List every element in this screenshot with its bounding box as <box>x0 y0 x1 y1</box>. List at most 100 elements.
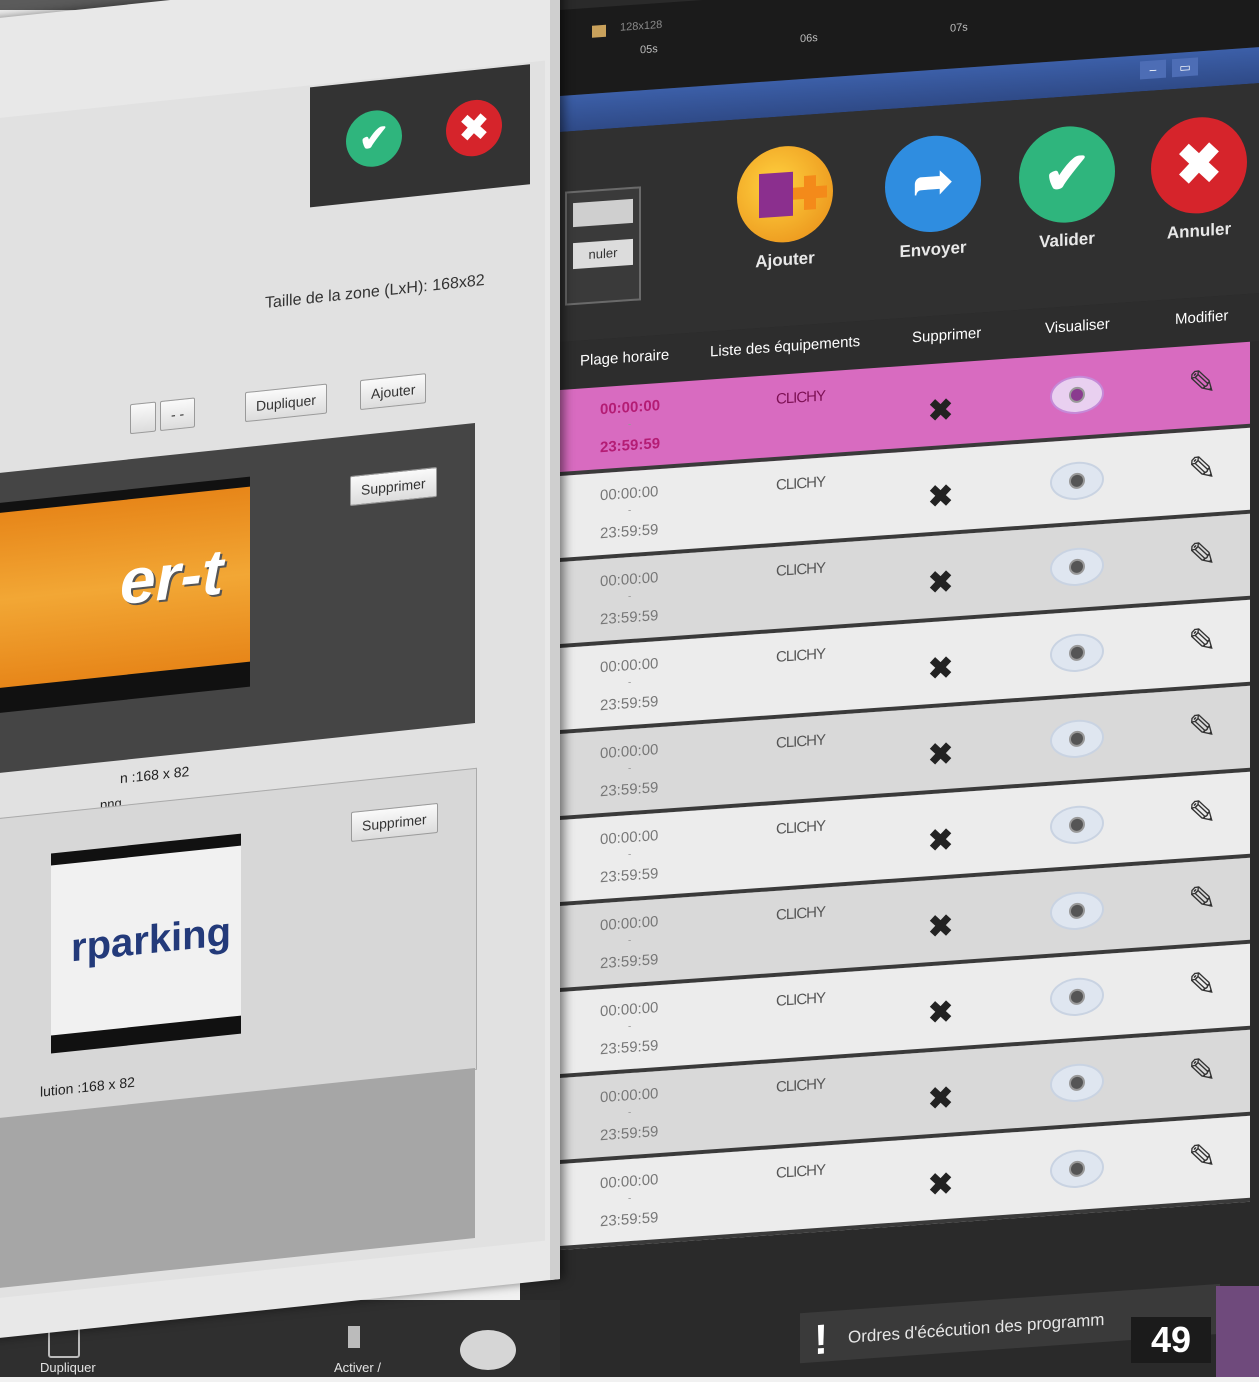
delete-icon[interactable]: ✖ <box>928 1167 953 1204</box>
eye-icon[interactable] <box>1050 1147 1104 1190</box>
end-time: 23:59:59 <box>600 1209 659 1231</box>
warning-icon: ! <box>814 1315 828 1364</box>
eye-icon[interactable] <box>1050 1061 1104 1104</box>
start-time: 00:00:00 <box>600 397 661 419</box>
maximize-button[interactable]: ▭ <box>1172 57 1198 78</box>
eye-icon[interactable] <box>1050 803 1104 846</box>
cancel-label: Annuler <box>1166 219 1232 243</box>
timeline-marker: 05s <box>640 43 658 57</box>
end-time: 23:59:59 <box>600 951 659 973</box>
equipment-name: CLICHY <box>776 989 826 1010</box>
eye-icon[interactable] <box>1050 373 1104 416</box>
equipment-name: CLICHY <box>776 473 826 494</box>
equipment-name: CLICHY <box>776 1161 826 1182</box>
timeline-color-chip <box>592 24 606 38</box>
check-icon[interactable]: ✔ <box>346 107 402 170</box>
filter-select[interactable] <box>573 198 633 228</box>
add-button[interactable]: Ajouter <box>360 373 427 411</box>
send-label: Envoyer <box>899 237 967 262</box>
activate-icon[interactable] <box>348 1326 360 1348</box>
edit-icon[interactable]: ✎ <box>1188 620 1217 662</box>
media-thumbnail: er-t <box>0 476 250 713</box>
filter-panel: nuler <box>565 186 641 306</box>
edit-icon[interactable]: ✎ <box>1188 448 1217 490</box>
eye-icon[interactable] <box>1050 459 1104 502</box>
eye-icon[interactable] <box>1050 889 1104 932</box>
column-header: Liste des équipements <box>710 333 861 361</box>
column-header: Visualiser <box>1045 315 1110 338</box>
delete-button[interactable]: Supprimer <box>351 802 438 843</box>
delete-icon[interactable]: ✖ <box>928 479 953 516</box>
delete-icon[interactable]: ✖ <box>928 565 953 602</box>
delete-button[interactable]: Supprimer <box>350 467 437 507</box>
close-icon[interactable]: ✖ <box>446 97 502 160</box>
close-icon: ✖ <box>1151 113 1247 217</box>
end-time: 23:59:59 <box>600 1123 659 1145</box>
equipment-name: CLICHY <box>776 731 826 752</box>
page-number: 49 <box>1131 1317 1211 1363</box>
zone-editor-dialog: ✔ ✖ Taille de la zone (LxH): 168x82 - - … <box>0 0 560 1340</box>
send-arrow-icon: ➦ <box>885 132 981 236</box>
edit-icon[interactable]: ✎ <box>1188 964 1217 1006</box>
start-time: 00:00:00 <box>600 569 659 591</box>
accent-block <box>1216 1286 1259 1377</box>
column-header: Plage horaire <box>580 346 670 370</box>
end-time: 23:59:59 <box>600 865 659 887</box>
timeline-marker: 07s <box>950 21 968 35</box>
equipment-name: CLICHY <box>776 903 826 924</box>
start-time: 00:00:00 <box>600 741 659 763</box>
broom-icon[interactable] <box>460 1330 516 1370</box>
eye-icon[interactable] <box>1050 717 1104 760</box>
start-time: 00:00:00 <box>600 999 659 1021</box>
trash-icon[interactable]: ✖ <box>928 393 953 430</box>
add-label: Ajouter <box>755 248 815 272</box>
eye-icon[interactable] <box>1050 631 1104 674</box>
duplicate-label: Dupliquer <box>40 1360 96 1375</box>
filter-cancel-button[interactable]: nuler <box>573 238 633 270</box>
delete-icon[interactable]: ✖ <box>928 995 953 1032</box>
media-item: rparking Supprimer <box>0 767 477 1122</box>
delete-icon[interactable]: ✖ <box>928 909 953 946</box>
edit-icon[interactable]: ✎ <box>1188 1050 1217 1092</box>
edit-icon[interactable]: ✎ <box>1188 534 1217 576</box>
end-time: 23:59:59 <box>600 607 659 629</box>
film-add-icon <box>737 142 833 246</box>
delete-icon[interactable]: ✖ <box>928 737 953 774</box>
validate-button[interactable]: ✔ Valider <box>1012 123 1122 255</box>
edit-icon[interactable]: ✎ <box>1188 362 1217 404</box>
edit-icon[interactable]: ✎ <box>1188 706 1217 748</box>
start-time: 00:00:00 <box>600 655 659 677</box>
end-time: 23:59:59 <box>600 435 661 457</box>
schedule-window: 128x128 05s 06s 07s – ▭ nuler Ajouter ➦ … <box>560 0 1259 1377</box>
delete-icon[interactable]: ✖ <box>928 651 953 688</box>
status-message: Ordres d'écécution des programm <box>848 1309 1105 1347</box>
add-button[interactable]: Ajouter <box>730 142 840 274</box>
end-time: 23:59:59 <box>600 693 659 715</box>
delete-icon[interactable]: ✖ <box>928 823 953 860</box>
eye-icon[interactable] <box>1050 975 1104 1018</box>
end-time: 23:59:59 <box>600 779 659 801</box>
edit-icon[interactable]: ✎ <box>1188 792 1217 834</box>
equipment-name: CLICHY <box>776 1075 826 1096</box>
confirm-panel: ✔ ✖ <box>310 64 530 208</box>
eye-icon[interactable] <box>1050 545 1104 588</box>
check-icon: ✔ <box>1019 123 1115 226</box>
minimize-button[interactable]: – <box>1140 59 1166 80</box>
nav-button[interactable]: - - <box>160 397 196 432</box>
start-time: 00:00:00 <box>600 1085 659 1107</box>
end-time: 23:59:59 <box>600 521 659 543</box>
start-time: 00:00:00 <box>600 1171 659 1193</box>
column-header: Modifier <box>1175 307 1229 328</box>
start-time: 00:00:00 <box>600 913 659 935</box>
cancel-button[interactable]: ✖ Annuler <box>1144 113 1254 245</box>
equipment-name: CLICHY <box>776 559 826 580</box>
edit-icon[interactable]: ✎ <box>1188 878 1217 920</box>
activate-label: Activer / <box>334 1360 381 1375</box>
end-time: 23:59:59 <box>600 1037 659 1059</box>
delete-icon[interactable]: ✖ <box>928 1081 953 1118</box>
equipment-name: CLICHY <box>776 817 826 838</box>
send-button[interactable]: ➦ Envoyer <box>878 132 988 264</box>
edit-icon[interactable]: ✎ <box>1188 1136 1217 1178</box>
thumbnail-text: er-t <box>120 535 224 619</box>
prev-button[interactable] <box>130 401 156 435</box>
